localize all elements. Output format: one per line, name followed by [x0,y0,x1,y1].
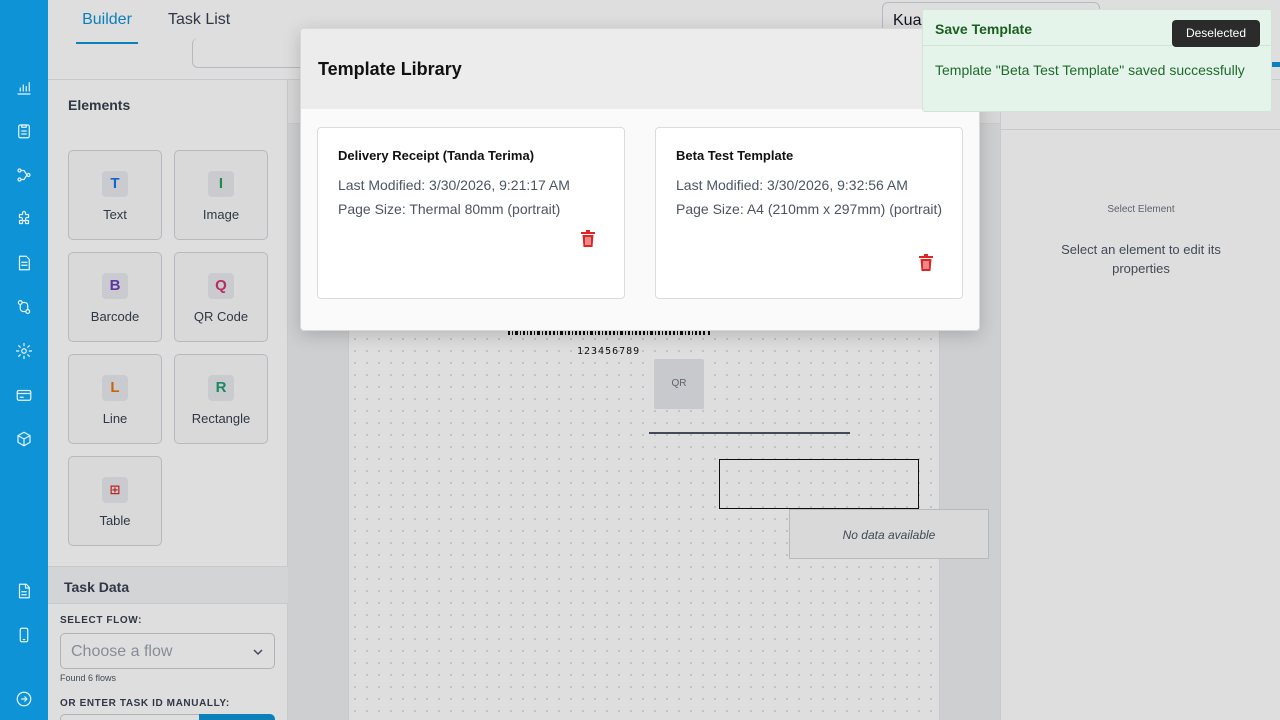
routing-icon[interactable] [12,295,36,319]
gear-icon[interactable] [12,339,36,363]
deselected-tooltip: Deselected [1172,20,1260,47]
document-icon[interactable] [12,251,36,275]
template-name: Delivery Receipt (Tanda Terima) [338,148,535,163]
template-modified: Last Modified: 3/30/2026, 9:21:17 AM [338,177,570,193]
template-card[interactable]: Delivery Receipt (Tanda Terima) Last Mod… [317,127,625,299]
clipboard-icon[interactable] [12,119,36,143]
trash-icon[interactable] [918,254,934,272]
modal-title: Template Library [318,59,462,79]
file-icon[interactable] [12,579,36,603]
puzzle-icon[interactable] [12,207,36,231]
trash-icon[interactable] [580,230,596,248]
app-sidebar [0,0,48,720]
logout-icon[interactable] [12,687,36,711]
template-card[interactable]: Beta Test Template Last Modified: 3/30/2… [655,127,963,299]
card-icon[interactable] [12,383,36,407]
modal-header: Template Library [301,29,979,109]
template-page-size: Page Size: A4 (210mm x 297mm) (portrait) [676,201,943,217]
template-meta: Last Modified: 3/30/2026, 9:21:17 AM Pag… [338,173,608,221]
template-library-modal: Template Library Delivery Receipt (Tanda… [300,28,980,331]
toast-message: Template "Beta Test Template" saved succ… [935,62,1245,78]
flow-icon[interactable] [12,163,36,187]
template-modified: Last Modified: 3/30/2026, 9:32:56 AM [676,177,908,193]
template-meta: Last Modified: 3/30/2026, 9:32:56 AM Pag… [676,173,946,221]
template-page-size: Page Size: Thermal 80mm (portrait) [338,201,561,217]
analytics-icon[interactable] [12,76,36,100]
cube-icon[interactable] [12,427,36,451]
mobile-icon[interactable] [12,623,36,647]
template-name: Beta Test Template [676,148,794,163]
toast-title: Save Template [935,21,1033,37]
